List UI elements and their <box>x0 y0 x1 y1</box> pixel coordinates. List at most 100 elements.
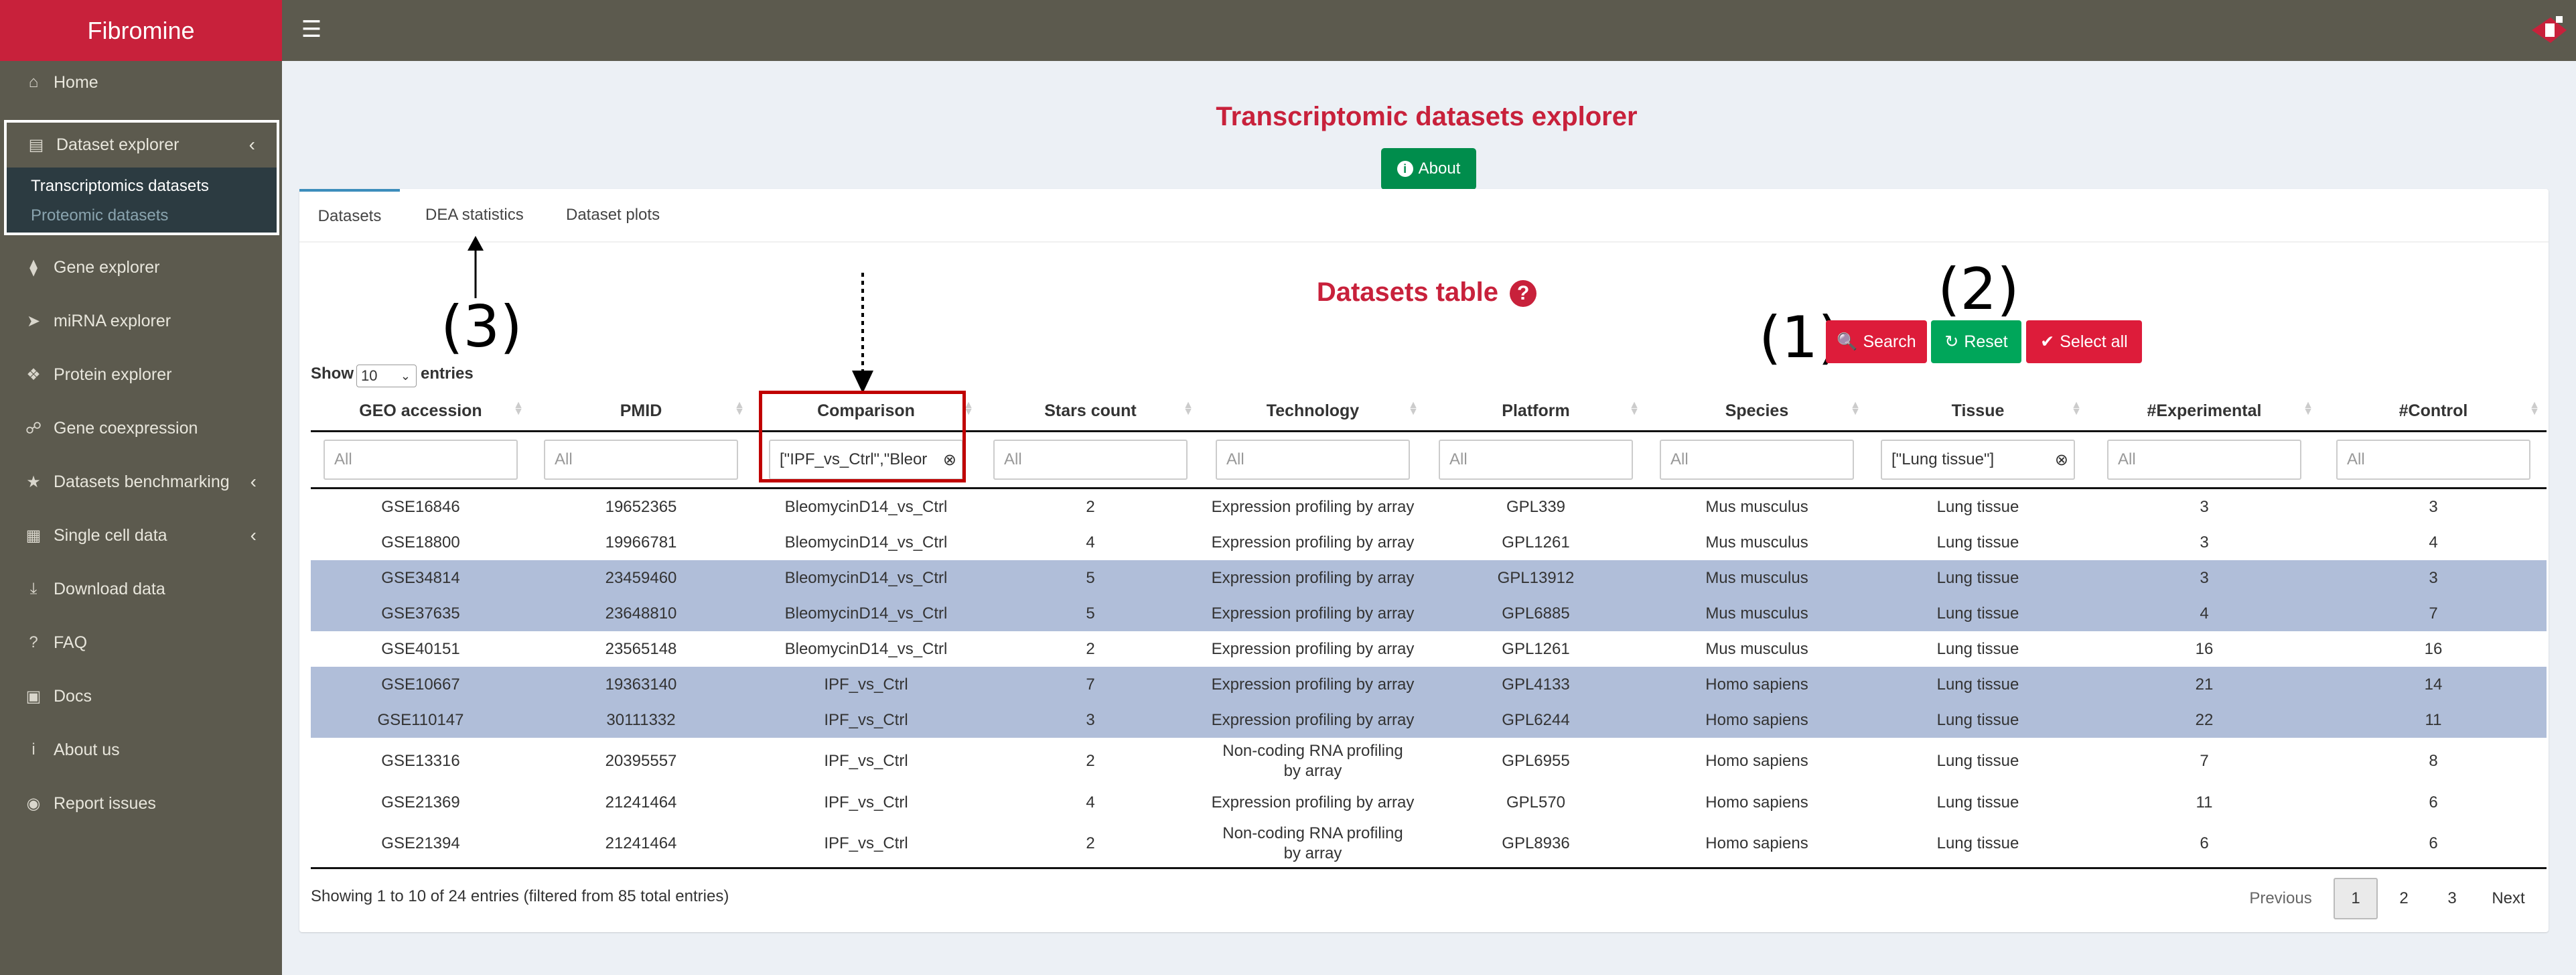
cell-platform[interactable]: GPL6955 <box>1425 738 1646 785</box>
reset-button[interactable]: ↻ Reset <box>1931 320 2021 363</box>
cell-geo-accession[interactable]: GSE18800 <box>311 525 530 560</box>
sidebar-item-gene-coexpression[interactable]: ☍ Gene coexpression <box>0 407 282 450</box>
app-logo[interactable]: Fibromine <box>0 0 282 61</box>
cell-tissue: Lung tissue <box>1936 793 2019 811</box>
filter-input-experimental[interactable]: All <box>2107 440 2301 480</box>
table-row[interactable]: GSE110147 30111332 IPF_vs_Ctrl 3 Expression … <box>311 702 2547 738</box>
cell-pmid[interactable]: 19652365 <box>530 489 752 525</box>
column-header-stars-count[interactable]: Stars count ▲ ▼ <box>981 391 1200 432</box>
tab-dea-statistics[interactable]: DEA statistics <box>425 189 524 241</box>
cell-pmid[interactable]: 23648810 <box>530 596 752 631</box>
table-row[interactable]: GSE13316 20395557 IPF_vs_Ctrl 2 Non-coding R… <box>311 738 2547 785</box>
search-button[interactable]: 🔍 Search <box>1826 320 1927 363</box>
cell-tissue: Lung tissue <box>1867 596 2088 631</box>
info-icon: i <box>31 740 35 759</box>
cell-geo-accession[interactable]: GSE34814 <box>311 560 530 596</box>
table-row[interactable]: GSE21394 21241464 IPF_vs_Ctrl 2 Non-coding R… <box>311 820 2547 869</box>
table-row[interactable]: GSE37635 23648810 BleomycinD14_vs_Ctrl 5 Exp… <box>311 596 2547 631</box>
cell-pmid[interactable]: 19966781 <box>530 525 752 560</box>
sidebar-item-docs[interactable]: ▣ Docs <box>0 675 282 718</box>
cell-pmid[interactable]: 21241464 <box>530 820 752 869</box>
sidebar-item-label: About us <box>54 740 120 759</box>
fibromine-logo-icon[interactable] <box>2525 12 2572 48</box>
pagination-page-3[interactable]: 3 <box>2430 878 2474 919</box>
check-icon: ✔ <box>2040 332 2055 351</box>
sidebar-item-about-us[interactable]: i About us <box>0 728 282 771</box>
submenu-item-proteomic[interactable]: Proteomic datasets <box>31 206 168 225</box>
column-header-species[interactable]: Species ▲ ▼ <box>1646 391 1867 432</box>
column-header-technology[interactable]: Technology ▲ ▼ <box>1200 391 1425 432</box>
annotation-3: (3) <box>441 294 522 361</box>
cell-geo-accession[interactable]: GSE16846 <box>311 489 530 525</box>
column-header-control[interactable]: #Control ▲ ▼ <box>2320 391 2547 432</box>
submenu-item-transcriptomics[interactable]: Transcriptomics datasets <box>31 177 209 196</box>
sidebar-item-download-data[interactable]: ⤓ Download data <box>0 568 282 610</box>
sidebar-item-protein-explorer[interactable]: ❖ Protein explorer <box>0 353 282 396</box>
cell-platform[interactable]: GPL570 <box>1425 785 1646 820</box>
tab-dataset-plots[interactable]: Dataset plots <box>566 189 660 241</box>
cell-pmid[interactable]: 23459460 <box>530 560 752 596</box>
cell-platform[interactable]: GPL13912 <box>1425 560 1646 596</box>
column-header-geo-accession[interactable]: GEO accession ▲ ▼ <box>311 391 530 432</box>
filter-input-geo-accession[interactable]: All <box>324 440 518 480</box>
cell-geo-accession[interactable]: GSE10667 <box>311 667 530 702</box>
table-row[interactable]: GSE16846 19652365 BleomycinD14_vs_Ctrl 2 Exp… <box>311 489 2547 525</box>
table-row[interactable]: GSE34814 23459460 BleomycinD14_vs_Ctrl 5 Exp… <box>311 560 2547 596</box>
cell-geo-accession[interactable]: GSE40151 <box>311 631 530 667</box>
cell-platform[interactable]: GPL339 <box>1425 489 1646 525</box>
cell-pmid[interactable]: 30111332 <box>530 702 752 738</box>
sidebar-item-single-cell-data[interactable]: ▦ Single cell data ‹ <box>0 514 282 557</box>
sidebar-item-datasets-benchmarking[interactable]: ★ Datasets benchmarking ‹ <box>0 460 282 503</box>
cell-species: Homo sapiens <box>1646 667 1867 702</box>
help-icon[interactable]: ? <box>1510 280 1537 308</box>
cell-geo-accession[interactable]: GSE21394 <box>311 820 530 869</box>
column-header-platform[interactable]: Platform ▲ ▼ <box>1425 391 1646 432</box>
cell-platform[interactable]: GPL1261 <box>1425 631 1646 667</box>
table-row[interactable]: GSE10667 19363140 IPF_vs_Ctrl 7 Expression p… <box>311 667 2547 702</box>
column-header-tissue[interactable]: Tissue ▲ ▼ <box>1867 391 2088 432</box>
cell-platform[interactable]: GPL4133 <box>1425 667 1646 702</box>
cell-platform[interactable]: GPL6244 <box>1425 702 1646 738</box>
filter-input-platform[interactable]: All <box>1439 440 1633 480</box>
column-header-experimental[interactable]: #Experimental ▲ ▼ <box>2088 391 2320 432</box>
filter-input-technology[interactable]: All <box>1216 440 1410 480</box>
page-length-select[interactable]: 10 ⌄ <box>356 365 417 387</box>
pagination-page-1[interactable]: 1 <box>2334 878 2378 919</box>
sidebar-item-dataset-explorer[interactable]: ▤ Dataset explorer ‹ <box>7 123 277 167</box>
cell-platform[interactable]: GPL8936 <box>1425 820 1646 869</box>
cell-technology: Expression profiling by array <box>1211 793 1415 811</box>
cell-pmid[interactable]: 21241464 <box>530 785 752 820</box>
pagination-next[interactable]: Next <box>2478 878 2538 919</box>
cell-tissue: Lung tissue <box>1936 497 2019 516</box>
tab-datasets[interactable]: Datasets <box>299 189 400 241</box>
cell-geo-accession[interactable]: GSE110147 <box>311 702 530 738</box>
pagination-previous[interactable]: Previous <box>2240 878 2321 919</box>
sidebar-item-mirna-explorer[interactable]: ➤ miRNA explorer <box>0 300 282 342</box>
sidebar-item-gene-explorer[interactable]: ⧫ Gene explorer <box>0 246 282 289</box>
table-row[interactable]: GSE21369 21241464 IPF_vs_Ctrl 4 Expression p… <box>311 785 2547 820</box>
clear-filter-icon[interactable]: ⊗ <box>2055 450 2068 470</box>
column-header-pmid[interactable]: PMID ▲ ▼ <box>530 391 752 432</box>
table-row[interactable]: GSE18800 19966781 BleomycinD14_vs_Ctrl 4 Exp… <box>311 525 2547 560</box>
filter-input-tissue[interactable]: ["Lung tissue"] ⊗ <box>1881 440 2075 480</box>
cell-geo-accession[interactable]: GSE21369 <box>311 785 530 820</box>
cell-platform[interactable]: GPL6885 <box>1425 596 1646 631</box>
cell-pmid[interactable]: 23565148 <box>530 631 752 667</box>
filter-input-control[interactable]: All <box>2336 440 2530 480</box>
cell-geo-accession[interactable]: GSE13316 <box>311 738 530 785</box>
cell-platform[interactable]: GPL1261 <box>1425 525 1646 560</box>
sidebar-item-report-issues[interactable]: ◉ Report issues <box>0 782 282 825</box>
cell-pmid[interactable]: 19363140 <box>530 667 752 702</box>
cell-geo-accession[interactable]: GSE37635 <box>311 596 530 631</box>
select-all-button[interactable]: ✔ Select all <box>2026 320 2142 363</box>
table-row[interactable]: GSE40151 23565148 BleomycinD14_vs_Ctrl 2 Exp… <box>311 631 2547 667</box>
filter-input-pmid[interactable]: All <box>544 440 738 480</box>
sidebar-toggle-icon[interactable]: ☰ <box>298 16 325 43</box>
pagination-page-2[interactable]: 2 <box>2382 878 2426 919</box>
filter-input-stars-count[interactable]: All <box>993 440 1188 480</box>
cell-pmid[interactable]: 20395557 <box>530 738 752 785</box>
filter-input-species[interactable]: All <box>1660 440 1854 480</box>
about-button[interactable]: i About <box>1381 148 1476 190</box>
sidebar-item-home[interactable]: ⌂ Home <box>0 61 282 104</box>
sidebar-item-faq[interactable]: ? FAQ <box>0 621 282 664</box>
